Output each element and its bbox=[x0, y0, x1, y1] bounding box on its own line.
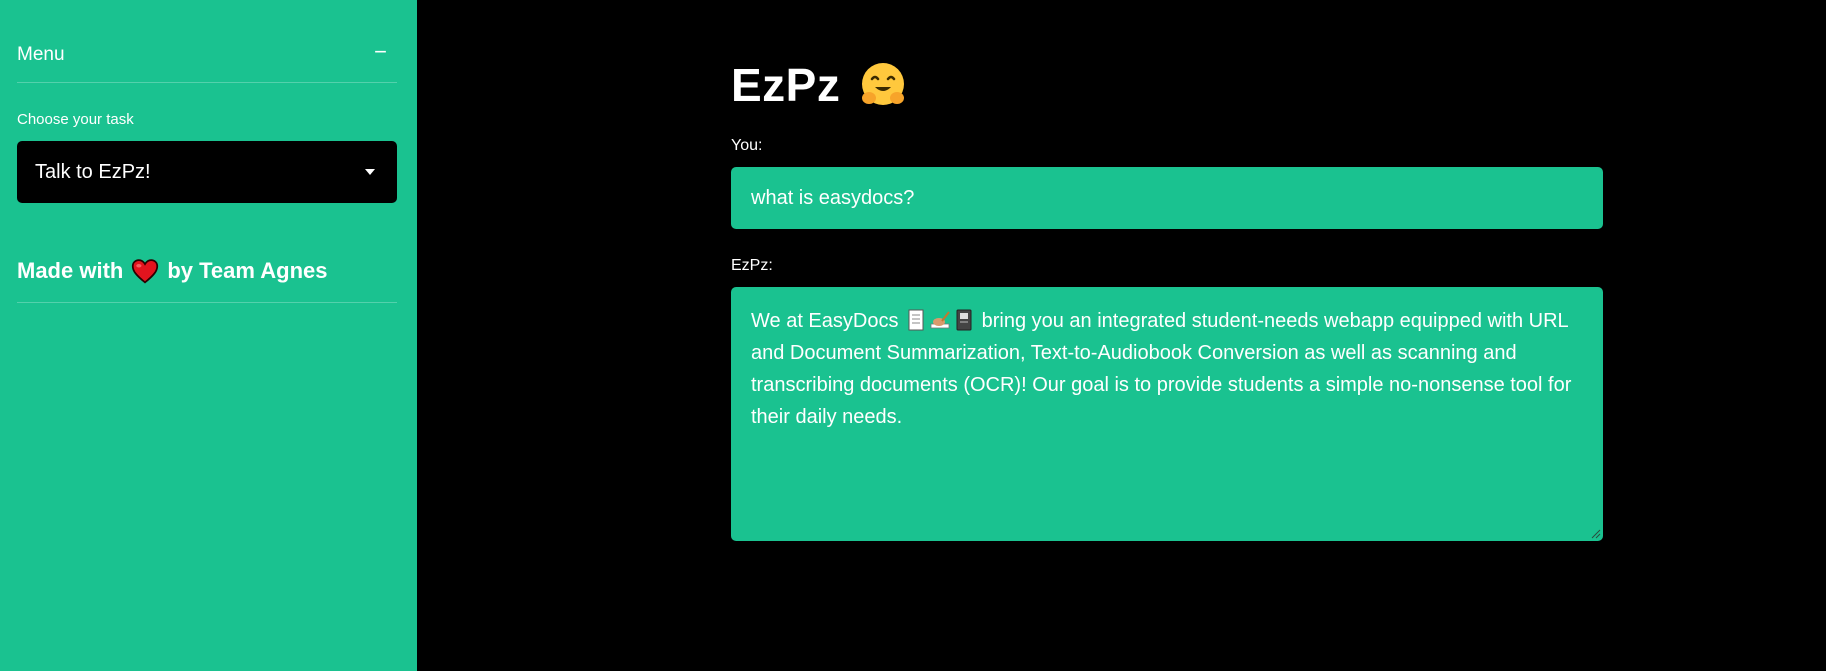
response-textarea[interactable]: We at EasyDocs bring you an integrated s… bbox=[731, 287, 1603, 541]
app-root: Menu − Choose your task Talk to EzPz! Ma… bbox=[0, 0, 1826, 671]
title-row: EzPz bbox=[731, 58, 908, 112]
you-label: You: bbox=[731, 137, 763, 154]
writing-hand-icon bbox=[930, 311, 950, 329]
task-select-label: Choose your task bbox=[17, 111, 134, 128]
task-select[interactable]: Talk to EzPz! bbox=[17, 141, 397, 203]
page-icon bbox=[908, 309, 924, 331]
user-input-value: what is easydocs? bbox=[751, 186, 915, 209]
credit-line: Made with by Team Agnes bbox=[17, 258, 397, 303]
task-select-value: Talk to EzPz! bbox=[35, 160, 151, 183]
menu-header: Menu − bbox=[17, 0, 397, 83]
user-input-field[interactable]: what is easydocs? bbox=[731, 167, 1603, 229]
response-text-start: We at EasyDocs bbox=[751, 310, 899, 332]
sidebar: Menu − Choose your task Talk to EzPz! Ma… bbox=[0, 0, 417, 671]
resize-handle-icon[interactable] bbox=[1589, 527, 1601, 539]
credit-prefix: Made with bbox=[17, 258, 124, 283]
notebook-icon bbox=[956, 309, 972, 331]
hugging-face-icon bbox=[862, 63, 905, 105]
page-title: EzPz bbox=[731, 59, 841, 111]
ezpz-label: EzPz: bbox=[731, 257, 773, 274]
chevron-down-icon bbox=[365, 169, 375, 175]
credit-suffix: by Team Agnes bbox=[167, 258, 328, 283]
menu-title: Menu bbox=[17, 44, 65, 65]
heart-icon bbox=[132, 259, 159, 284]
collapse-icon[interactable]: − bbox=[374, 40, 387, 64]
